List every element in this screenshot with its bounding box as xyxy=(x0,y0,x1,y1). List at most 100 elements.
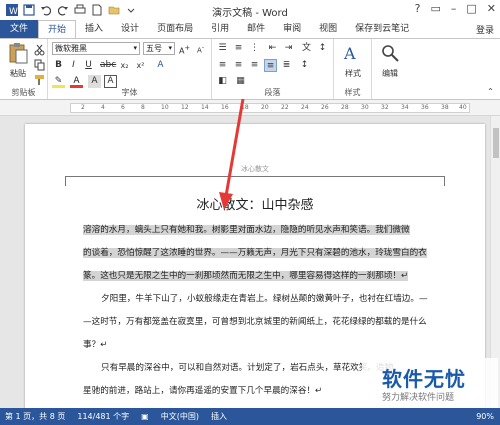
watermark-title: 软件无忧 xyxy=(382,367,466,391)
minimize-button[interactable]: – xyxy=(451,2,457,15)
ruler-number: 26 xyxy=(321,104,329,111)
paragraph-2[interactable]: 夕阳里，牛羊下山了，小蚁般缘走在青岩上。绿树丛颠的嫩黄叶子，也衬在红墙边。— —… xyxy=(83,288,435,357)
paste-icon xyxy=(9,43,28,64)
tab-home[interactable]: 开始 xyxy=(38,19,77,39)
paragraph-1[interactable]: 溶溶的水月，螭头上只有她和我。树影里对面水边，隐隐的听见水声和笑语。我们微微 的… xyxy=(83,219,435,288)
ruler-number: 12 xyxy=(181,104,189,111)
tab-design[interactable]: 设计 xyxy=(112,20,148,38)
ribbon-options-button[interactable]: ▭ xyxy=(430,2,440,15)
tab-file[interactable]: 文件 xyxy=(0,20,39,38)
clipboard-group: 粘贴 剪贴板 xyxy=(0,39,48,99)
align-center-icon[interactable]: ≡ xyxy=(232,59,245,72)
underline-icon[interactable]: U xyxy=(82,59,95,72)
insert-mode[interactable]: 插入 xyxy=(211,411,227,422)
italic-icon[interactable]: I xyxy=(67,59,80,72)
line-spacing-icon[interactable]: ↕ xyxy=(298,59,311,72)
editing-label: 编辑 xyxy=(382,69,398,78)
text-line: —这时节，万有都笼盖在寂寞里，可曾想到北京城里的新闻纸上，花花绿绿的都载的是什么 xyxy=(83,317,427,327)
maximize-button[interactable]: □ xyxy=(466,2,476,15)
shrink-font-icon[interactable]: A- xyxy=(194,42,207,55)
tab-mailings[interactable]: 邮件 xyxy=(238,20,274,38)
bold-icon[interactable]: B xyxy=(52,59,65,72)
format-painter-icon[interactable] xyxy=(33,73,46,86)
styles-group: A 样式 样式 xyxy=(334,39,372,99)
open-icon[interactable] xyxy=(108,4,120,16)
window-controls: ? ▭ – □ ✕ xyxy=(415,2,496,15)
search-icon xyxy=(382,45,399,62)
login-link[interactable]: 登录 xyxy=(476,23,500,36)
chinese-layout-icon[interactable]: 文 xyxy=(300,42,313,55)
styles-button-label: 样式 xyxy=(345,69,361,78)
sort-icon[interactable]: ↕ xyxy=(316,42,329,55)
print-icon[interactable] xyxy=(74,4,86,16)
ruler-number: 28 xyxy=(341,104,349,111)
page-header[interactable]: 冰心散文 xyxy=(25,164,485,174)
tab-view[interactable]: 视图 xyxy=(310,20,346,38)
font-group: 微软雅黑 ▾ 五号 ▾ A+ A- B I U abc x₂ x² A ✎ A A … xyxy=(48,39,212,99)
cut-icon[interactable] xyxy=(33,43,46,56)
redo-icon[interactable] xyxy=(57,4,69,16)
ribbon: 粘贴 剪贴板 微软雅黑 ▾ 五号 ▾ A+ A- B I U abc x₂ x² A… xyxy=(0,38,500,100)
word-count[interactable]: 114/481 个字 xyxy=(77,411,129,422)
tab-cloud-note[interactable]: 保存到云笔记 xyxy=(346,20,418,38)
language[interactable]: 中文(中国) xyxy=(161,411,199,422)
font-size-select[interactable]: 五号 ▾ xyxy=(143,42,175,55)
undo-icon[interactable] xyxy=(40,4,52,16)
document-title[interactable]: 冰心散文：山中杂感 xyxy=(25,194,485,213)
new-doc-icon[interactable] xyxy=(91,4,103,16)
ruler-number: 32 xyxy=(381,104,389,111)
styles-button[interactable]: A 样式 xyxy=(338,42,368,82)
paragraph-group: ☰ ≡ ⋮ ⇤ ⇥ 文 ↕ ≡ ≡ ≡ ≡ ≣ ↕ ◧ ▦ 段落 xyxy=(212,39,334,99)
ruler-number: 20 xyxy=(261,104,269,111)
tab-references[interactable]: 引用 xyxy=(202,20,238,38)
collapse-ribbon-icon[interactable]: ⌃ xyxy=(484,85,497,98)
site-watermark: 软件无忧 努力解决软件问题 xyxy=(362,358,498,408)
grow-font-icon[interactable]: A+ xyxy=(178,42,191,56)
status-bar: 第 1 页，共 8 页 114/481 个字 ▣ 中文(中国) 插入 90% xyxy=(0,408,500,425)
ruler-number: 38 xyxy=(441,104,449,111)
ribbon-tabs: 文件 开始 插入 设计 页面布局 引用 邮件 审阅 视图 保存到云笔记 登录 xyxy=(0,19,500,39)
word-logo-icon: W xyxy=(6,4,18,16)
ruler-number: 18 xyxy=(241,104,249,111)
customize-qat-icon[interactable] xyxy=(125,4,137,16)
decrease-indent-icon[interactable]: ⇤ xyxy=(266,42,279,55)
page-count[interactable]: 第 1 页，共 8 页 xyxy=(5,411,65,422)
help-button[interactable]: ? xyxy=(415,2,421,15)
tab-insert[interactable]: 插入 xyxy=(76,20,112,38)
clipboard-label: 剪贴板 xyxy=(11,88,36,97)
text-line: 的谈着，恐怕惊醒了这浓睡的世界。——万籁无声，月光下只有深碧的池水，玲珑雪白的衣 xyxy=(83,248,427,258)
chevron-down-icon: ▾ xyxy=(168,44,172,52)
save-icon[interactable] xyxy=(23,4,35,16)
increase-indent-icon[interactable]: ⇥ xyxy=(282,42,295,55)
subscript-icon[interactable]: x₂ xyxy=(118,59,131,72)
tab-layout[interactable]: 页面布局 xyxy=(148,20,202,38)
copy-icon[interactable] xyxy=(33,58,46,71)
horizontal-ruler[interactable]: 2 4 6 8 10 12 14 16 18 20 22 24 26 28 30… xyxy=(0,100,500,116)
numbering-icon[interactable]: ≡ xyxy=(232,42,245,55)
ruler-number: 22 xyxy=(281,104,289,111)
font-size-value: 五号 xyxy=(146,44,162,53)
zoom-level[interactable]: 90% xyxy=(476,412,500,421)
justify-icon[interactable]: ≡ xyxy=(264,59,277,72)
header-border xyxy=(65,176,445,186)
proofing-icon[interactable]: ▣ xyxy=(141,412,149,421)
ruler-number: 6 xyxy=(121,104,125,111)
bullets-icon[interactable]: ☰ xyxy=(216,42,229,55)
multilevel-list-icon[interactable]: ⋮ xyxy=(248,42,261,55)
scrollbar-thumb[interactable] xyxy=(493,128,499,158)
strikethrough-icon[interactable]: abc xyxy=(100,59,116,72)
align-left-icon[interactable]: ≡ xyxy=(216,59,229,72)
font-name-select[interactable]: 微软雅黑 ▾ xyxy=(52,42,140,55)
tab-review[interactable]: 审阅 xyxy=(274,20,310,38)
superscript-icon[interactable]: x² xyxy=(134,59,147,72)
align-right-icon[interactable]: ≡ xyxy=(248,59,261,72)
editing-button[interactable]: 编辑 xyxy=(375,42,405,82)
ruler-number: 4 xyxy=(101,104,105,111)
text-effects-icon[interactable]: A xyxy=(154,59,167,72)
paste-button[interactable]: 粘贴 xyxy=(3,42,33,82)
close-button[interactable]: ✕ xyxy=(487,2,496,15)
chevron-down-icon: ▾ xyxy=(133,44,137,52)
distributed-icon[interactable]: ≣ xyxy=(280,59,293,72)
svg-text:A: A xyxy=(343,44,356,63)
styles-label: 样式 xyxy=(344,88,361,97)
